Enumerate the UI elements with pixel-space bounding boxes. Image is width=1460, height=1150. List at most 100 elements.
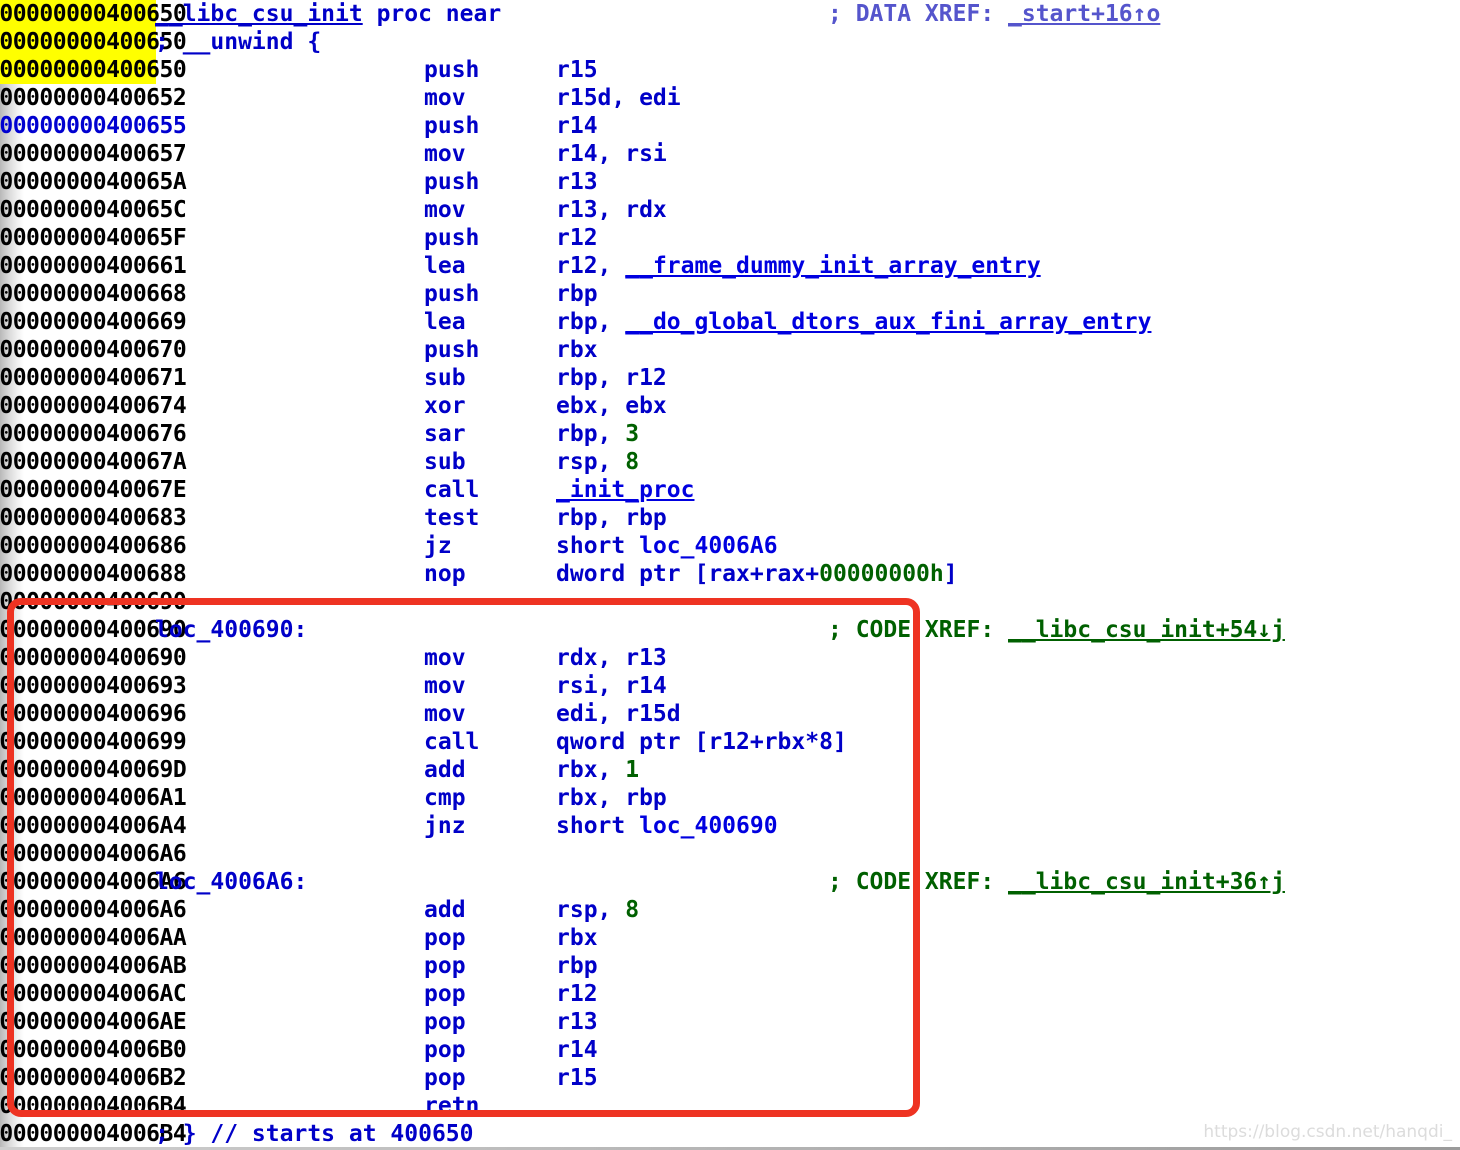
disassembly-line[interactable]: 0000000004006B2 pop r15 <box>0 1064 1460 1092</box>
instruction-mnemonic[interactable]: push <box>424 168 479 196</box>
instruction-operands[interactable]: r13 <box>556 1008 598 1036</box>
instruction-operands[interactable]: rdx, r13 <box>556 644 667 672</box>
instruction-mnemonic[interactable]: add <box>424 756 466 784</box>
instruction-operands[interactable]: rsi, r14 <box>556 672 667 700</box>
disassembly-line[interactable]: 0000000004006B4 retn <box>0 1092 1460 1120</box>
instruction-mnemonic[interactable]: nop <box>424 560 466 588</box>
instruction-operands[interactable]: _init_proc <box>556 476 694 504</box>
instruction-operands[interactable]: qword ptr [r12+rbx*8] <box>556 728 847 756</box>
instruction-operands[interactable]: r13 <box>556 168 598 196</box>
disassembly-line[interactable]: 0000000004006AE pop r13 <box>0 1008 1460 1036</box>
symbol-reference[interactable]: __do_global_dtors_aux_fini_array_entry <box>625 309 1151 335</box>
disassembly-line[interactable]: 000000000400676 sar rbp, 3 <box>0 420 1460 448</box>
disassembly-listing[interactable]: 000000000400650 __libc_csu_init proc near… <box>0 0 1460 1150</box>
instruction-operands[interactable]: rbp <box>556 952 598 980</box>
line-label[interactable]: __libc_csu_init proc near <box>155 0 501 28</box>
disassembly-line[interactable]: 0000000004006A6 loc_4006A6: ; CODE XREF: _… <box>0 868 1460 896</box>
instruction-operands[interactable]: short loc_4006A6 <box>556 532 778 560</box>
instruction-mnemonic[interactable]: mov <box>424 196 466 224</box>
instruction-mnemonic[interactable]: mov <box>424 140 466 168</box>
line-label[interactable]: loc_400690: <box>155 616 307 644</box>
disassembly-line[interactable]: 000000000400657 mov r14, rsi <box>0 140 1460 168</box>
disassembly-line[interactable]: 0000000004006AA pop rbx <box>0 924 1460 952</box>
instruction-operands[interactable]: dword ptr [rax+rax+00000000h] <box>556 560 958 588</box>
disassembly-line[interactable]: 000000000400690 loc_400690: ; CODE XREF: _… <box>0 616 1460 644</box>
disassembly-line[interactable]: 000000000400696 mov edi, r15d <box>0 700 1460 728</box>
line-label[interactable]: ; } // starts at 400650 <box>155 1120 474 1148</box>
instruction-mnemonic[interactable]: test <box>424 504 479 532</box>
instruction-operands[interactable]: rbx, 1 <box>556 756 639 784</box>
disassembly-line[interactable]: 0000000004006AC pop r12 <box>0 980 1460 1008</box>
instruction-operands[interactable]: rbp <box>556 280 598 308</box>
instruction-operands[interactable]: rbx <box>556 336 598 364</box>
instruction-mnemonic[interactable]: xor <box>424 392 466 420</box>
disassembly-line[interactable]: 000000000400688 nop dword ptr [rax+rax+000… <box>0 560 1460 588</box>
symbol-reference[interactable]: __frame_dummy_init_array_entry <box>625 253 1040 279</box>
disassembly-line[interactable]: 0000000004006A6 <box>0 840 1460 868</box>
disassembly-line[interactable]: 000000000400661 lea r12, __frame_dummy_ini… <box>0 252 1460 280</box>
instruction-operands[interactable]: rbx <box>556 924 598 952</box>
instruction-mnemonic[interactable]: push <box>424 112 479 140</box>
disassembly-line[interactable]: 000000000400690 <box>0 588 1460 616</box>
disassembly-line[interactable]: 00000000040067E call _init_proc <box>0 476 1460 504</box>
disassembly-line[interactable]: 0000000004006A4 jnz short loc_400690 <box>0 812 1460 840</box>
instruction-mnemonic[interactable]: pop <box>424 1008 466 1036</box>
disassembly-line[interactable]: 000000000400655 push r14 <box>0 112 1460 140</box>
disassembly-line[interactable]: 000000000400699 call qword ptr [r12+rbx*8] <box>0 728 1460 756</box>
disassembly-line[interactable]: 0000000004006A1 cmp rbx, rbp <box>0 784 1460 812</box>
instruction-mnemonic[interactable]: call <box>424 728 479 756</box>
disassembly-line[interactable]: 000000000400650 push r15 <box>0 56 1460 84</box>
instruction-mnemonic[interactable]: add <box>424 896 466 924</box>
disassembly-line[interactable]: 0000000004006A6 add rsp, 8 <box>0 896 1460 924</box>
line-label[interactable]: loc_4006A6: <box>155 868 307 896</box>
disassembly-line[interactable]: 0000000004006B0 pop r14 <box>0 1036 1460 1064</box>
xref-target-link[interactable]: __libc_csu_init+54↓j <box>1008 617 1285 643</box>
instruction-mnemonic[interactable]: sar <box>424 420 466 448</box>
instruction-operands[interactable]: r15 <box>556 56 598 84</box>
disassembly-line[interactable]: 00000000040069D add rbx, 1 <box>0 756 1460 784</box>
instruction-operands[interactable]: r12 <box>556 224 598 252</box>
disassembly-line[interactable]: 00000000040065C mov r13, rdx <box>0 196 1460 224</box>
instruction-mnemonic[interactable]: push <box>424 336 479 364</box>
disassembly-line[interactable]: 000000000400671 sub rbp, r12 <box>0 364 1460 392</box>
disassembly-line[interactable]: 000000000400686 jz short loc_4006A6 <box>0 532 1460 560</box>
instruction-operands[interactable]: rbx, rbp <box>556 784 667 812</box>
instruction-mnemonic[interactable]: push <box>424 280 479 308</box>
instruction-mnemonic[interactable]: pop <box>424 924 466 952</box>
instruction-operands[interactable]: rbp, 3 <box>556 420 639 448</box>
instruction-operands[interactable]: rbp, __do_global_dtors_aux_fini_array_en… <box>556 308 1151 336</box>
instruction-mnemonic[interactable]: sub <box>424 448 466 476</box>
disassembly-line[interactable]: 000000000400690 mov rdx, r13 <box>0 644 1460 672</box>
instruction-operands[interactable]: r12 <box>556 980 598 1008</box>
instruction-operands[interactable]: r14 <box>556 112 598 140</box>
instruction-mnemonic[interactable]: pop <box>424 1036 466 1064</box>
disassembly-line[interactable]: 000000000400693 mov rsi, r14 <box>0 672 1460 700</box>
location-reference[interactable]: loc_4006A6 <box>639 533 777 559</box>
disassembly-line[interactable]: 0000000004006AB pop rbp <box>0 952 1460 980</box>
instruction-mnemonic[interactable]: call <box>424 476 479 504</box>
instruction-operands[interactable]: r12, __frame_dummy_init_array_entry <box>556 252 1041 280</box>
disassembly-line[interactable]: 000000000400668 push rbp <box>0 280 1460 308</box>
instruction-mnemonic[interactable]: push <box>424 224 479 252</box>
xref-target-link[interactable]: __libc_csu_init+36↑j <box>1008 869 1285 895</box>
instruction-mnemonic[interactable]: push <box>424 56 479 84</box>
disassembly-line[interactable]: 000000000400683 test rbp, rbp <box>0 504 1460 532</box>
instruction-mnemonic[interactable]: cmp <box>424 784 466 812</box>
disassembly-line[interactable]: 00000000040065A push r13 <box>0 168 1460 196</box>
disassembly-line[interactable]: 000000000400650 __libc_csu_init proc near… <box>0 0 1460 28</box>
instruction-operands[interactable]: edi, r15d <box>556 700 681 728</box>
instruction-mnemonic[interactable]: pop <box>424 952 466 980</box>
instruction-mnemonic[interactable]: retn <box>424 1092 479 1120</box>
instruction-operands[interactable]: ebx, ebx <box>556 392 667 420</box>
disassembly-line[interactable]: 00000000040067A sub rsp, 8 <box>0 448 1460 476</box>
xref-target-link[interactable]: _start+16↑o <box>1008 1 1160 27</box>
location-reference[interactable]: loc_400690 <box>639 813 777 839</box>
instruction-operands[interactable]: r14 <box>556 1036 598 1064</box>
instruction-mnemonic[interactable]: mov <box>424 84 466 112</box>
instruction-mnemonic[interactable]: mov <box>424 644 466 672</box>
instruction-mnemonic[interactable]: lea <box>424 308 466 336</box>
disassembly-line[interactable]: 000000000400669 lea rbp, __do_global_dtors… <box>0 308 1460 336</box>
instruction-mnemonic[interactable]: lea <box>424 252 466 280</box>
instruction-mnemonic[interactable]: jz <box>424 532 452 560</box>
instruction-mnemonic[interactable]: pop <box>424 1064 466 1092</box>
